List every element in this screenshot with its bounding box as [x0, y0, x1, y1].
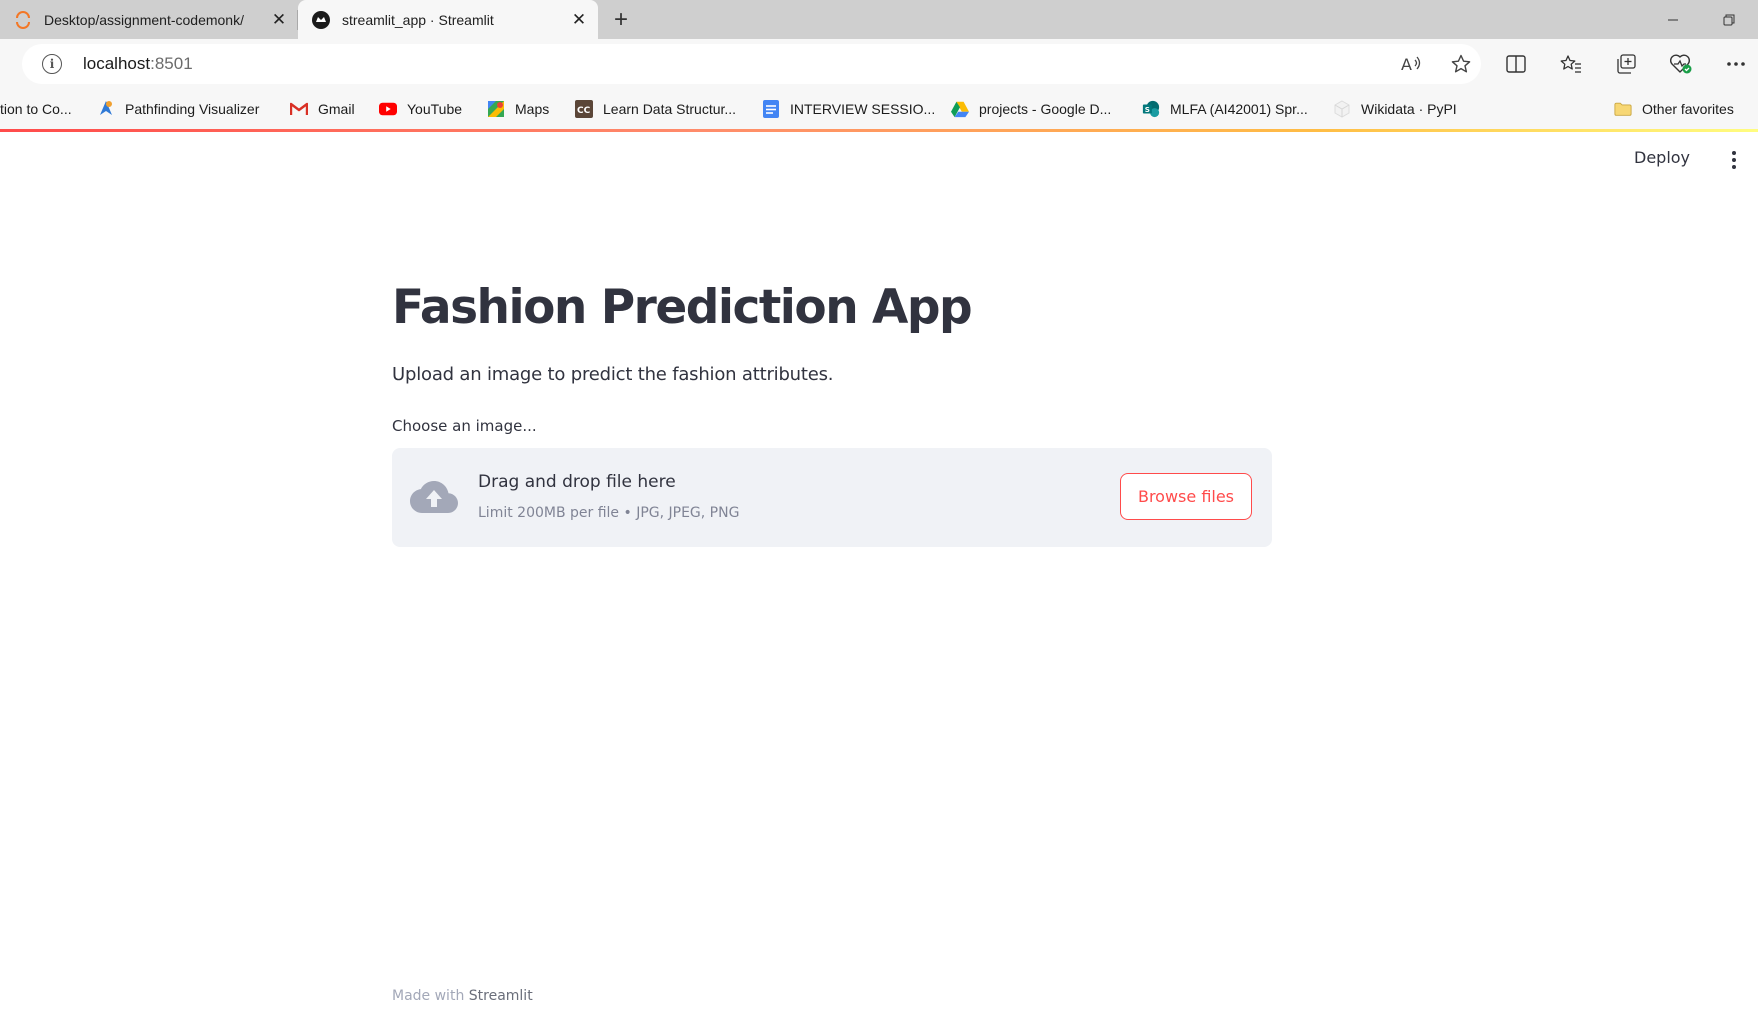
favorite-item[interactable]: S MLFA (AI42001) Spr...	[1142, 98, 1308, 120]
favorite-label: Gmail	[318, 101, 355, 117]
favorite-label: YouTube	[407, 101, 463, 117]
more-options-icon[interactable]	[1723, 52, 1749, 76]
favorite-item[interactable]: Maps	[487, 98, 549, 120]
svg-text:A: A	[1401, 55, 1412, 74]
file-dropzone[interactable]: Drag and drop file here Limit 200MB per …	[392, 448, 1272, 547]
deploy-button[interactable]: Deploy	[1634, 148, 1690, 167]
favorite-label: Pathfinding Visualizer	[125, 101, 260, 117]
file-uploader-label: Choose an image...	[392, 417, 537, 435]
streamlit-link[interactable]: Streamlit	[469, 988, 533, 1004]
browser-toolbar: i localhost:8501 A	[0, 39, 1758, 89]
dropzone-limit: Limit 200MB per file • JPG, JPEG, PNG	[478, 505, 740, 521]
site-info-icon[interactable]: i	[42, 54, 62, 74]
favorite-label: INTERVIEW SESSIO...	[790, 101, 936, 117]
tab-jupyter[interactable]: Desktop/assignment-codemonk/ ✕	[0, 0, 298, 39]
streamlit-icon	[312, 10, 330, 29]
restore-icon[interactable]	[1706, 0, 1752, 39]
svg-text:CC: CC	[577, 106, 591, 116]
close-icon[interactable]: ✕	[568, 9, 590, 31]
other-favorites[interactable]: Other favorites	[1614, 98, 1734, 120]
favorite-label: MLFA (AI42001) Spr...	[1170, 101, 1308, 117]
favorite-item[interactable]: tion to Co...	[0, 98, 72, 120]
sharepoint-icon: S	[1142, 100, 1160, 118]
google-drive-icon	[951, 100, 969, 118]
favorite-label: Maps	[515, 101, 550, 117]
favorite-label: tion to Co...	[0, 101, 72, 117]
collections-icon[interactable]	[1613, 52, 1639, 76]
gmail-icon	[290, 100, 308, 118]
tab-title: streamlit_app · Streamlit	[342, 11, 494, 28]
page-subtitle: Upload an image to predict the fashion a…	[392, 364, 834, 385]
new-tab-icon[interactable]: +	[606, 6, 636, 34]
browser-essentials-icon[interactable]	[1668, 52, 1694, 76]
close-icon[interactable]: ✕	[268, 9, 290, 31]
favorite-item[interactable]: Pathfinding Visualizer	[97, 98, 259, 120]
favorite-item[interactable]: YouTube	[379, 98, 462, 120]
url-host: localhost	[83, 54, 151, 73]
youtube-icon	[379, 100, 397, 118]
pypi-icon	[1333, 100, 1351, 118]
tab-title: Desktop/assignment-codemonk/	[44, 11, 244, 28]
address-bar[interactable]: i localhost:8501 A	[22, 44, 1481, 84]
favorite-star-icon[interactable]	[1448, 52, 1474, 76]
jupyter-icon	[14, 10, 32, 29]
favorite-label: Wikidata · PyPI	[1361, 101, 1457, 117]
tab-strip: Desktop/assignment-codemonk/ ✕ streamlit…	[0, 0, 1758, 39]
url-text[interactable]: localhost:8501	[83, 54, 193, 74]
browse-files-button[interactable]: Browse files	[1120, 473, 1252, 520]
cloud-upload-icon	[410, 481, 458, 513]
read-aloud-icon[interactable]: A	[1399, 52, 1425, 76]
folder-icon	[1614, 100, 1632, 118]
page-title: Fashion Prediction App	[392, 280, 973, 335]
main-content: Fashion Prediction App Upload an image t…	[392, 270, 1272, 547]
favorite-item[interactable]: Gmail	[290, 98, 355, 120]
favorite-label: Learn Data Structur...	[603, 101, 737, 117]
dropzone-instructions: Drag and drop file here	[478, 472, 676, 492]
streamlit-decoration-bar	[0, 129, 1758, 132]
favorite-label: projects - Google D...	[979, 101, 1112, 117]
tab-streamlit[interactable]: streamlit_app · Streamlit ✕	[298, 0, 598, 39]
other-favorites-label: Other favorites	[1642, 101, 1734, 117]
minimize-icon[interactable]	[1650, 0, 1696, 39]
favorite-item[interactable]: CC Learn Data Structur...	[575, 98, 736, 120]
maps-icon	[487, 100, 505, 118]
main-menu-icon[interactable]	[1724, 148, 1744, 172]
favorites-icon[interactable]	[1558, 52, 1584, 76]
google-docs-icon	[762, 100, 780, 118]
favorite-item[interactable]: INTERVIEW SESSIO...	[762, 98, 935, 120]
svg-text:S: S	[1145, 105, 1150, 114]
url-port: :8501	[150, 54, 193, 73]
favorite-item[interactable]: Wikidata · PyPI	[1333, 98, 1457, 120]
codechef-icon: CC	[575, 100, 593, 118]
split-screen-icon[interactable]	[1503, 52, 1529, 76]
footer: Made with Streamlit	[392, 988, 533, 1004]
favorites-bar: tion to Co... Pathfinding Visualizer Gma…	[0, 89, 1758, 130]
footer-prefix: Made with	[392, 988, 465, 1004]
pathfinding-icon	[97, 100, 115, 118]
favorite-item[interactable]: projects - Google D...	[951, 98, 1111, 120]
